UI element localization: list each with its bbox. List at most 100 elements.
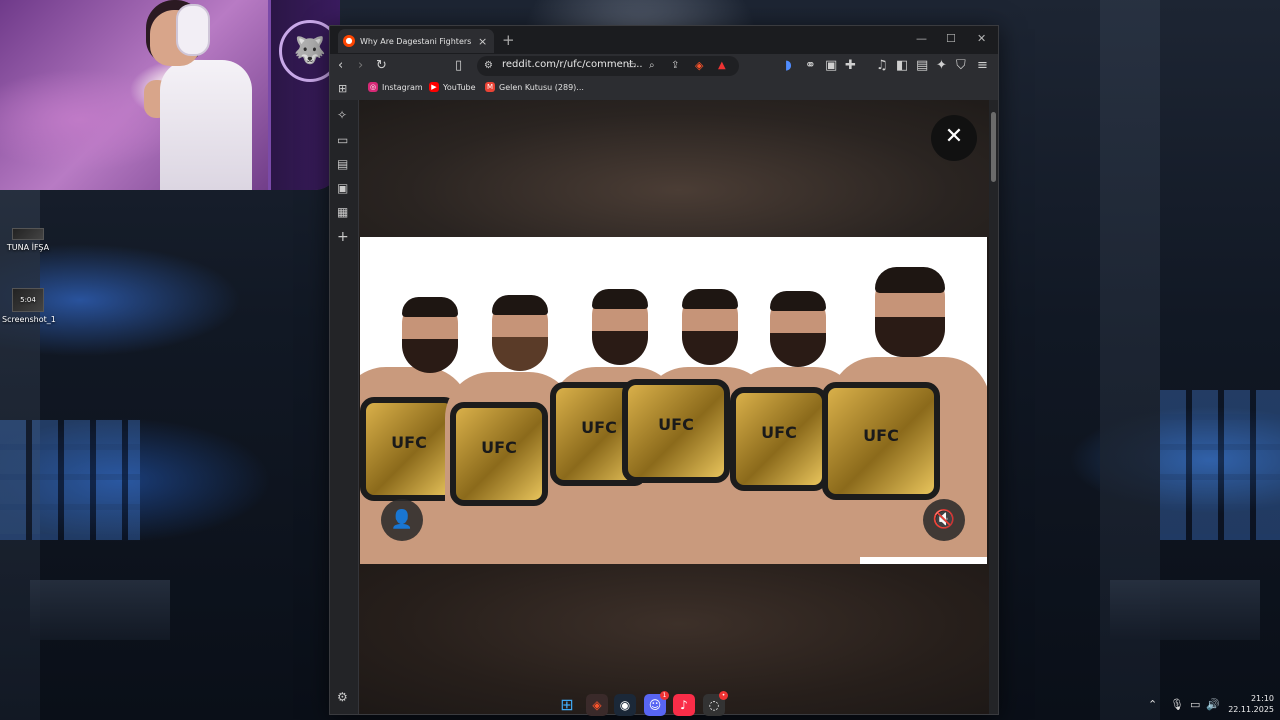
browser-window: ● Why Are Dagestani Fighters Stu × + — ☐…	[329, 25, 999, 715]
media-viewer: ✕ UFC UFC UFC UFC UFC UFC 👤 🔇	[359, 100, 989, 714]
browser-tab[interactable]: ● Why Are Dagestani Fighters Stu ×	[338, 29, 494, 53]
bookmark-youtube[interactable]: ▶ YouTube	[429, 82, 476, 92]
scrollbar-thumb[interactable]	[991, 112, 996, 182]
link-icon[interactable]: ⚭	[805, 57, 816, 75]
webcam-overlay: 🐺	[0, 0, 340, 190]
bookmarks-bar: ⊞ ◎ Instagram ▶ YouTube M Gelen Kutusu (…	[330, 78, 998, 101]
fighter-hair	[770, 291, 826, 311]
minimize-button[interactable]: —	[916, 32, 927, 45]
translate-icon[interactable]: ▣	[825, 57, 837, 75]
extensions-icon[interactable]: ✚	[845, 57, 856, 75]
microphone-icon[interactable]: 🎙	[1170, 698, 1184, 711]
wallpaper-blue-window-left	[0, 420, 140, 540]
wallet-connect-icon[interactable]: ◗	[785, 57, 792, 75]
championship-belt: UFC	[360, 397, 458, 501]
vpn-icon[interactable]: ⛉	[956, 57, 966, 75]
add-sidebar-icon[interactable]: +	[337, 229, 349, 245]
reading-list-icon[interactable]: ▦	[337, 205, 348, 219]
leo-ai-icon[interactable]: ✦	[936, 57, 947, 75]
back-icon[interactable]: ‹	[338, 57, 343, 75]
media-icon[interactable]: ♫	[876, 57, 888, 75]
browser-sidebar: ✧ ▭ ▤ ▣ ▦ + ⚙	[330, 100, 359, 714]
brave-browser-icon[interactable]: ◈	[586, 694, 608, 716]
bookmark-gmail[interactable]: M Gelen Kutusu (289)...	[485, 82, 584, 92]
webcam-headphones	[176, 4, 210, 56]
fighter-hair	[875, 267, 945, 293]
user-icon[interactable]: 👤	[381, 499, 423, 541]
zoom-icon[interactable]: ⌕	[649, 57, 655, 75]
wallpaper-stand-right	[1110, 580, 1260, 640]
apple-music-icon[interactable]: ♪	[673, 694, 695, 716]
close-viewer-button[interactable]: ✕	[931, 115, 977, 161]
bookmark-label: Gelen Kutusu (289)...	[499, 82, 584, 92]
steam-icon[interactable]: ◉	[614, 694, 636, 716]
bookmark-icon[interactable]: ▯	[455, 57, 462, 75]
app-icon[interactable]: ◌ •	[703, 691, 728, 716]
bookmarks-sidebar-icon[interactable]: ▣	[337, 181, 348, 195]
forward-icon[interactable]: ›	[358, 57, 363, 75]
youtube-icon: ▶	[429, 82, 439, 92]
blurred-background-top	[359, 100, 989, 237]
address-bar[interactable]: ⚙ reddit.com/r/ufc/comment... ▭ ⌕ ⇪ ◈ ▲	[477, 56, 739, 76]
sidebar-toggle-icon[interactable]: ◧	[896, 57, 908, 75]
fighter-beard	[770, 333, 826, 367]
mute-icon[interactable]: 🔇	[923, 499, 965, 541]
video-icon[interactable]: ▭	[337, 133, 348, 147]
desktop-icon-tuna[interactable]: TUNA İFŞA	[2, 228, 54, 252]
championship-belt: UFC	[450, 402, 548, 506]
taskbar: ⊞ ◈ ◉ ☺ 1 ♪ ◌ • ⌃ 🎙 ▭ 🔊	[0, 690, 1280, 720]
brave-rewards-icon[interactable]: ▲	[718, 57, 726, 75]
fighter-beard	[492, 337, 548, 371]
fighter-hair	[492, 295, 548, 315]
bookmark-instagram[interactable]: ◎ Instagram	[368, 82, 423, 92]
notification-badge: •	[719, 691, 728, 700]
fighter-hair	[592, 289, 648, 309]
windows-start-icon[interactable]: ⊞	[556, 694, 578, 716]
championship-belt: UFC	[622, 379, 730, 483]
new-tab-button[interactable]: +	[502, 31, 515, 49]
fighter-beard	[592, 331, 648, 365]
clock-date: 22.11.2025	[1228, 705, 1274, 714]
desktop-icon-screenshot[interactable]: 5:04 Screenshot_1	[2, 288, 56, 324]
fighter-beard	[875, 317, 945, 357]
network-icon[interactable]: ▭	[1190, 698, 1200, 711]
reddit-icon: ●	[343, 35, 355, 47]
chevron-up-icon[interactable]: ⌃	[1148, 698, 1157, 711]
tab-close-icon[interactable]: ×	[478, 35, 487, 48]
wallet-sidebar-icon[interactable]: ▤	[337, 157, 348, 171]
wallpaper-stand-left	[30, 580, 170, 640]
close-window-button[interactable]: ✕	[977, 32, 986, 45]
fighters-photo[interactable]: UFC UFC UFC UFC UFC UFC 👤 🔇	[360, 237, 987, 564]
reload-icon[interactable]: ↻	[376, 57, 387, 75]
url-text[interactable]: reddit.com/r/ufc/comment...	[502, 59, 643, 70]
title-bar: ● Why Are Dagestani Fighters Stu × + — ☐…	[330, 26, 998, 54]
clock-time: 21:10	[1250, 694, 1274, 703]
system-clock[interactable]: 21:10 22.11.2025	[1224, 693, 1274, 715]
navigation-toolbar: ‹ › ↻ ▯ ⚙ reddit.com/r/ufc/comment... ▭ …	[330, 54, 998, 78]
championship-belt: UFC	[730, 387, 828, 491]
championship-belt: UFC	[822, 382, 940, 500]
screenshot-thumbnail: 5:04	[12, 288, 44, 312]
cast-icon[interactable]: ▭	[627, 57, 636, 75]
discord-icon[interactable]: ☺ 1	[644, 691, 669, 716]
desktop-icon-label: Screenshot_1	[2, 315, 56, 324]
webcam-person-body	[160, 60, 252, 190]
brave-shields-icon[interactable]: ◈	[695, 57, 703, 75]
site-settings-icon[interactable]: ⚙	[484, 57, 493, 75]
fighter-hair	[402, 297, 458, 317]
apps-grid-icon[interactable]: ⊞	[338, 80, 347, 98]
wallpaper-blue-window-right	[1160, 390, 1280, 540]
menu-icon[interactable]: ≡	[977, 57, 988, 75]
notification-badge: 1	[660, 691, 669, 700]
maximize-button[interactable]: ☐	[946, 32, 956, 45]
fighter-hair	[682, 289, 738, 309]
leo-icon[interactable]: ✧	[337, 108, 347, 122]
volume-icon[interactable]: 🔊	[1206, 698, 1220, 711]
desktop-icon-thumb	[12, 228, 44, 240]
bookmark-label: YouTube	[443, 82, 476, 92]
wallet-icon[interactable]: ▤	[916, 57, 928, 75]
vertical-scrollbar[interactable]	[989, 100, 998, 714]
desktop-icon-label: TUNA İFŞA	[6, 243, 50, 252]
gmail-icon: M	[485, 82, 495, 92]
share-icon[interactable]: ⇪	[671, 57, 679, 75]
